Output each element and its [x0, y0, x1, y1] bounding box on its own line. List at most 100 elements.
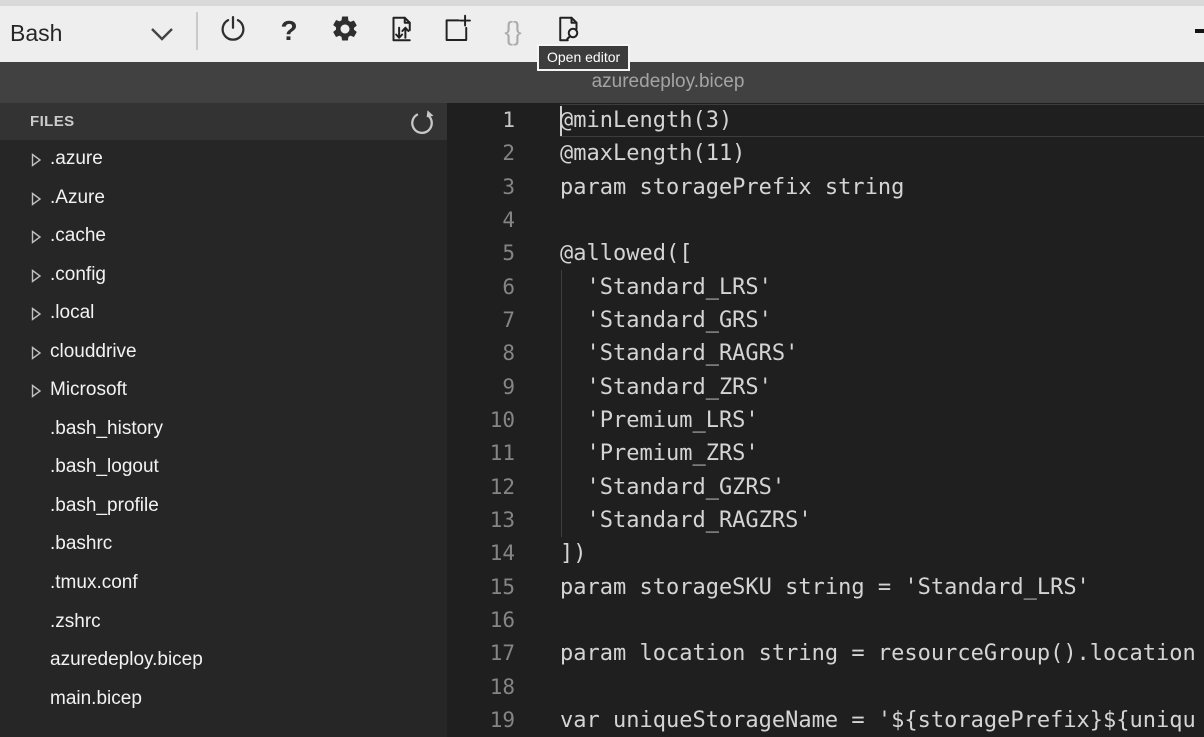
- cloud-shell-window: Bash ?: [0, 0, 1204, 737]
- power-button[interactable]: [211, 9, 255, 53]
- code-line-12[interactable]: 12 'Standard_GZRS': [447, 471, 1204, 504]
- line-number: 11: [447, 437, 515, 470]
- file-item-main.bicep[interactable]: main.bicep: [0, 680, 447, 719]
- line-number: 15: [447, 571, 515, 604]
- code-line-7[interactable]: 7 'Standard_GRS': [447, 304, 1204, 337]
- settings-gear-icon: [330, 14, 360, 49]
- code-text: param storageSKU string = 'Standard_LRS': [560, 571, 1090, 604]
- new-session-button[interactable]: [435, 9, 479, 53]
- folder-item-.azure[interactable]: .azure: [0, 140, 447, 179]
- file-label: Microsoft: [50, 371, 127, 410]
- code-line-8[interactable]: 8 'Standard_RAGRS': [447, 337, 1204, 370]
- file-label: .azure: [50, 140, 103, 179]
- code-text: param location string = resourceGroup().…: [560, 637, 1196, 670]
- code-line-11[interactable]: 11 'Premium_ZRS': [447, 437, 1204, 470]
- chevron-down-icon: [150, 27, 174, 47]
- folder-item-.config[interactable]: .config: [0, 256, 447, 295]
- code-line-16[interactable]: 16: [447, 604, 1204, 637]
- code-editor[interactable]: 1@minLength(3)2@maxLength(11)3 param stor…: [447, 103, 1204, 737]
- code-text: ]): [560, 537, 587, 570]
- files-sidebar: FILES .azure.Azure.cache.config.localclo…: [0, 103, 447, 737]
- folder-item-.cache[interactable]: .cache: [0, 217, 447, 256]
- chevron-right-icon: [31, 384, 42, 403]
- code-line-5[interactable]: 5@allowed([: [447, 237, 1204, 270]
- file-item-.bash_logout[interactable]: .bash_logout: [0, 448, 447, 487]
- folder-item-Microsoft[interactable]: Microsoft: [0, 371, 447, 410]
- code-text: param storagePrefix string: [560, 171, 904, 204]
- minimize-icon[interactable]: [1195, 29, 1204, 33]
- code-line-6[interactable]: 6 'Standard_LRS': [447, 271, 1204, 304]
- code-line-3[interactable]: 3 param storagePrefix string: [447, 171, 1204, 204]
- chevron-right-icon: [31, 153, 42, 172]
- folder-item-.Azure[interactable]: .Azure: [0, 179, 447, 218]
- code-line-1[interactable]: 1@minLength(3): [447, 104, 1204, 137]
- line-number: 10: [447, 404, 515, 437]
- code-line-15[interactable]: 15 param storageSKU string = 'Standard_LR…: [447, 571, 1204, 604]
- code-lines: 1@minLength(3)2@maxLength(11)3 param stor…: [447, 104, 1204, 737]
- web-preview-button[interactable]: {}: [491, 9, 535, 53]
- line-number: 6: [447, 271, 515, 304]
- line-number: 5: [447, 237, 515, 270]
- line-number: 7: [447, 304, 515, 337]
- code-line-2[interactable]: 2@maxLength(11): [447, 137, 1204, 170]
- file-label: .bash_logout: [50, 448, 159, 487]
- shell-selector-dropdown[interactable]: Bash: [0, 6, 196, 62]
- code-text: 'Standard_LRS': [560, 271, 772, 304]
- text-cursor: [560, 106, 562, 136]
- file-label: .bash_profile: [50, 487, 159, 526]
- code-line-17[interactable]: 17param location string = resourceGroup(…: [447, 637, 1204, 670]
- upload-download-files-button[interactable]: [379, 9, 423, 53]
- line-number: 8: [447, 337, 515, 370]
- chevron-right-icon: [31, 269, 42, 288]
- line-number: 16: [447, 604, 515, 637]
- code-line-9[interactable]: 9 'Standard_ZRS': [447, 371, 1204, 404]
- line-number: 13: [447, 504, 515, 537]
- files-header-title: FILES: [30, 103, 75, 140]
- file-item-.zshrc[interactable]: .zshrc: [0, 603, 447, 642]
- settings-button[interactable]: [323, 9, 367, 53]
- file-list: .azure.Azure.cache.config.localclouddriv…: [0, 140, 447, 718]
- file-label: .local: [50, 294, 94, 333]
- code-text: 'Standard_GZRS': [560, 471, 785, 504]
- code-line-19[interactable]: 19 var uniqueStorageName = '${storagePref…: [447, 704, 1204, 737]
- code-text: 'Standard_ZRS': [560, 371, 772, 404]
- line-number: 1: [447, 104, 515, 137]
- chevron-right-icon: [31, 230, 42, 249]
- code-text: var uniqueStorageName = '${storagePrefix…: [560, 704, 1196, 737]
- file-label: .Azure: [50, 179, 105, 218]
- refresh-files-button[interactable]: [406, 108, 438, 136]
- file-label: .config: [50, 256, 106, 295]
- file-item-.bash_profile[interactable]: .bash_profile: [0, 487, 447, 526]
- line-number: 18: [447, 671, 515, 704]
- code-line-13[interactable]: 13 'Standard_RAGZRS': [447, 504, 1204, 537]
- file-label: .zshrc: [50, 603, 101, 642]
- upload-download-files-icon: [386, 14, 416, 49]
- chevron-right-icon: [31, 307, 42, 326]
- code-line-10[interactable]: 10 'Premium_LRS': [447, 404, 1204, 437]
- file-label: .bash_history: [50, 410, 163, 449]
- line-number: 19: [447, 704, 515, 737]
- line-number: 3: [447, 171, 515, 204]
- code-line-18[interactable]: 18: [447, 671, 1204, 704]
- file-label: .cache: [50, 217, 106, 256]
- power-icon: [218, 14, 248, 49]
- code-text: 'Standard_GRS': [560, 304, 772, 337]
- file-item-.bashrc[interactable]: .bashrc: [0, 525, 447, 564]
- code-line-4[interactable]: 4: [447, 204, 1204, 237]
- file-label: clouddrive: [50, 333, 137, 372]
- chevron-right-icon: [31, 192, 42, 211]
- folder-item-.local[interactable]: .local: [0, 294, 447, 333]
- code-text: 'Standard_RAGRS': [560, 337, 798, 370]
- help-button[interactable]: ?: [267, 9, 311, 53]
- line-number: 2: [447, 137, 515, 170]
- code-text: 'Premium_ZRS': [560, 437, 759, 470]
- line-number: 9: [447, 371, 515, 404]
- folder-item-clouddrive[interactable]: clouddrive: [0, 333, 447, 372]
- file-item-azuredeploy.bicep[interactable]: azuredeploy.bicep: [0, 641, 447, 680]
- refresh-icon: [409, 109, 435, 135]
- code-line-14[interactable]: 14]): [447, 537, 1204, 570]
- file-item-.tmux.conf[interactable]: .tmux.conf: [0, 564, 447, 603]
- file-label: .tmux.conf: [50, 564, 138, 603]
- file-item-.bash_history[interactable]: .bash_history: [0, 410, 447, 449]
- line-number: 14: [447, 537, 515, 570]
